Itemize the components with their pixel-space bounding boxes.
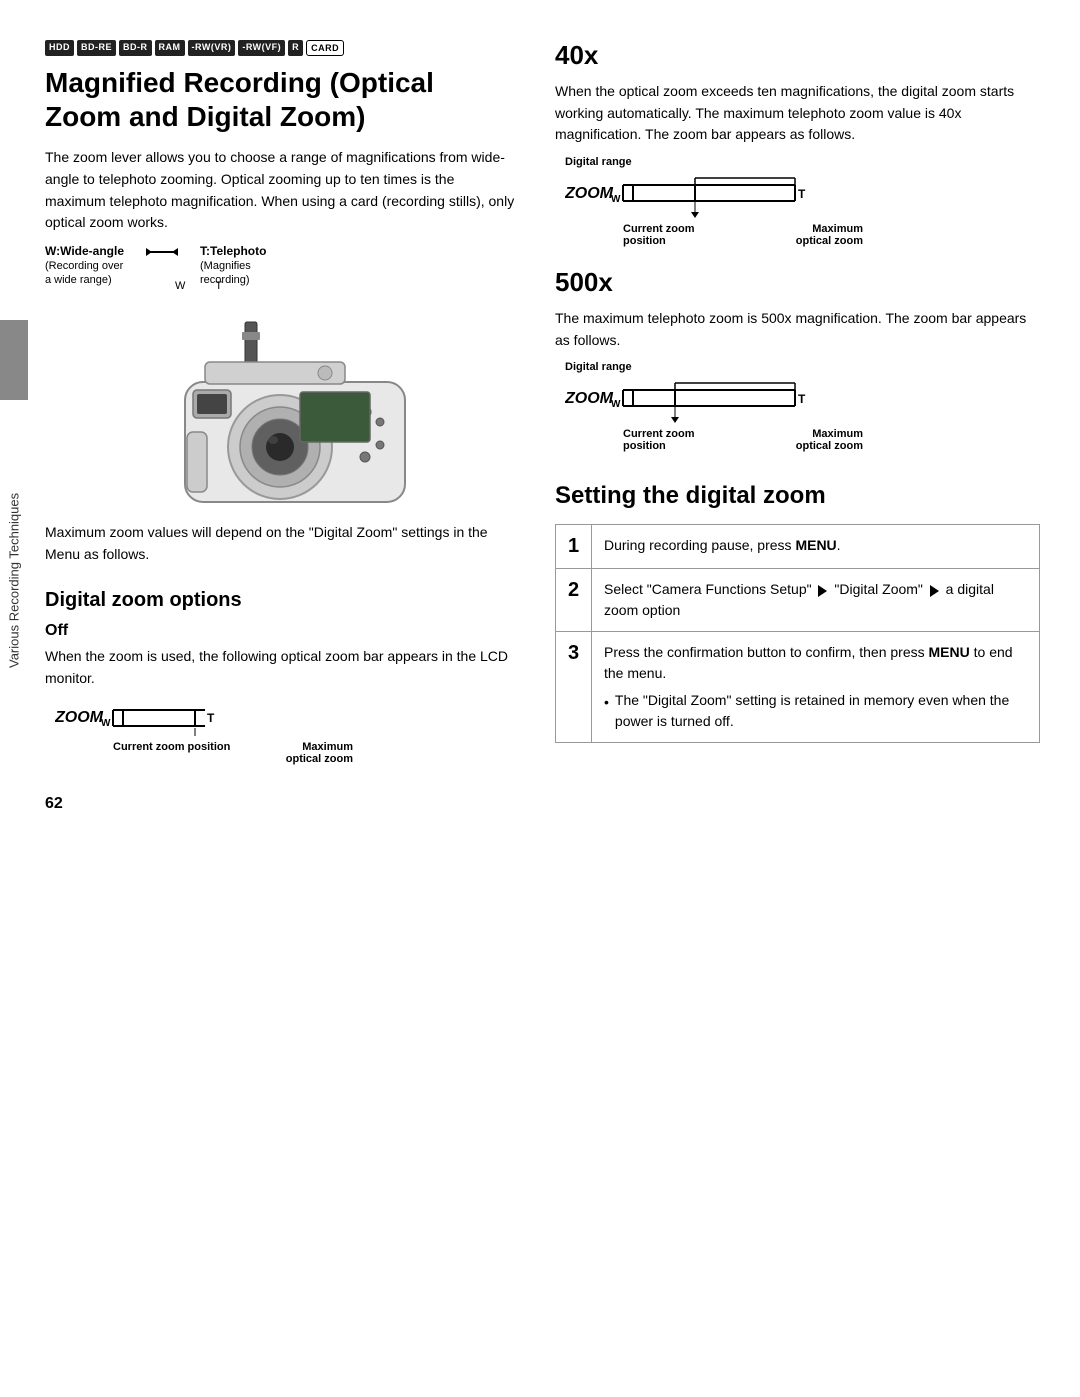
svg-text:T: T: [798, 187, 806, 201]
caption-500x-right: Maximumoptical zoom: [796, 428, 863, 452]
badge-bdr: BD-R: [119, 40, 152, 56]
step-row-3: 3 Press the confirmation button to confi…: [556, 632, 1040, 743]
captions-40x: Current zoomposition Maximumoptical zoom: [623, 223, 863, 247]
zoom-bar-off-svg: ZOOM W T: [55, 700, 305, 738]
heading-500x: 500x: [555, 267, 1040, 298]
heading-40x: 40x: [555, 40, 1040, 71]
step-2-content: Select "Camera Functions Setup" "Digital…: [592, 569, 1040, 632]
left-column: HDD BD-RE BD-R RAM -RW(VR) -RW(VF) R CAR…: [45, 40, 525, 1357]
menu-label-1: MENU: [795, 537, 836, 553]
digital-range-label-40: Digital range: [565, 156, 1040, 168]
menu-label-3: MENU: [929, 644, 970, 660]
t-label: T: [215, 280, 222, 292]
svg-text:ZOOM: ZOOM: [55, 709, 104, 726]
wt-right-label: T:Telephoto: [200, 244, 266, 258]
badge-rwvf: -RW(VF): [238, 40, 285, 56]
badge-r: R: [288, 40, 303, 56]
off-sub-heading: Off: [45, 622, 515, 640]
badge-hdd: HDD: [45, 40, 74, 56]
camera-illustration: VOL: [45, 302, 515, 512]
text-500x: The maximum telephoto zoom is 500x magni…: [555, 308, 1040, 351]
bullet-dot: •: [604, 692, 609, 732]
steps-table: 1 During recording pause, press MENU. 2 …: [555, 524, 1040, 743]
svg-text:W: W: [611, 399, 621, 410]
zoom-bar-40x-svg: ZOOM W T: [565, 170, 865, 220]
main-title: Magnified Recording (Optical Zoom and Di…: [45, 66, 515, 133]
bullet-item-1: • The "Digital Zoom" setting is retained…: [604, 690, 1027, 732]
caption-40x-right: Maximumoptical zoom: [796, 223, 863, 247]
badge-card: CARD: [306, 40, 344, 56]
captions-500x: Current zoomposition Maximumoptical zoom: [623, 428, 863, 452]
wide-angle-label: W:Wide-angle (Recording overa wide range…: [45, 244, 124, 286]
right-column: 40x When the optical zoom exceeds ten ma…: [555, 40, 1040, 1357]
double-arrow-icon: [144, 244, 180, 260]
setting-heading: Setting the digital zoom: [555, 482, 1040, 510]
camera-svg: VOL: [125, 302, 435, 512]
intro-text: The zoom lever allows you to choose a ra…: [45, 147, 515, 234]
wt-arrow: [144, 244, 180, 260]
step-3-content: Press the confirmation button to confirm…: [592, 632, 1040, 743]
svg-text:T: T: [798, 392, 806, 406]
digital-range-label-500: Digital range: [565, 361, 1040, 373]
arrow-icon-2a: [818, 585, 827, 597]
svg-text:T: T: [207, 711, 215, 725]
step-row-2: 2 Select "Camera Functions Setup" "Digit…: [556, 569, 1040, 632]
main-content: HDD BD-RE BD-R RAM -RW(VR) -RW(VF) R CAR…: [0, 0, 1080, 1397]
caption-40x-left: Current zoomposition: [623, 223, 695, 247]
badge-row: HDD BD-RE BD-R RAM -RW(VR) -RW(VF) R CAR…: [45, 40, 515, 56]
off-caption-right: Maximumoptical zoom: [286, 741, 353, 765]
off-zoom-captions: Current zoom position Maximumoptical zoo…: [113, 741, 353, 765]
step-1-number: 1: [556, 525, 592, 569]
svg-text:ZOOM: ZOOM: [565, 185, 614, 202]
page-number: 62: [45, 795, 515, 813]
side-label: Various Recording Techniques: [0, 380, 28, 780]
badge-rwvr: -RW(VR): [188, 40, 236, 56]
zoom-bar-off: ZOOM W T Current zoom: [55, 700, 515, 765]
svg-text:ZOOM: ZOOM: [565, 390, 614, 407]
svg-text:W: W: [101, 718, 111, 729]
badge-bdre: BD-RE: [77, 40, 116, 56]
bullet-text: The "Digital Zoom" setting is retained i…: [615, 690, 1027, 732]
zoom-bar-500x-svg: ZOOM W T: [565, 375, 865, 425]
off-text: When the zoom is used, the following opt…: [45, 646, 515, 689]
off-caption-left: Current zoom position: [113, 741, 230, 765]
step-2-number: 2: [556, 569, 592, 632]
telephoto-label: T:Telephoto (Magnifiesrecording): [200, 244, 266, 286]
svg-text:W: W: [611, 194, 621, 205]
caption-500x-left: Current zoomposition: [623, 428, 695, 452]
text-40x: When the optical zoom exceeds ten magnif…: [555, 81, 1040, 146]
digital-zoom-options-heading: Digital zoom options: [45, 589, 515, 612]
w-label: W: [175, 280, 185, 292]
wt-right-sub: (Magnifiesrecording): [200, 260, 251, 286]
arrow-icon-2b: [930, 585, 939, 597]
wt-left-sub: (Recording overa wide range): [45, 260, 123, 286]
step-1-content: During recording pause, press MENU.: [592, 525, 1040, 569]
step-3-number: 3: [556, 632, 592, 743]
max-zoom-text: Maximum zoom values will depend on the "…: [45, 522, 515, 565]
step-row-1: 1 During recording pause, press MENU.: [556, 525, 1040, 569]
page: Various Recording Techniques HDD BD-RE B…: [0, 0, 1080, 1397]
badge-ram: RAM: [155, 40, 185, 56]
zoom-diagram-500x: Digital range ZOOM W T: [565, 361, 1040, 452]
wt-left-label: W:Wide-angle: [45, 244, 124, 258]
zoom-diagram-40x: Digital range ZOOM W T: [565, 156, 1040, 247]
